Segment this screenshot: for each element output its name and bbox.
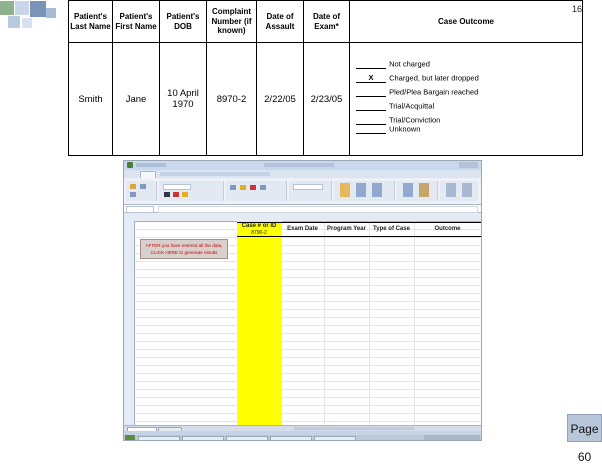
outcome-option: Pled/Plea Bargain reached (356, 87, 582, 97)
table-header-row: Patient's Last Name Patient's First Name… (68, 0, 583, 43)
header-date-of-assault: Date of Assault (256, 0, 304, 43)
windows-taskbar (124, 435, 481, 440)
cell-date-of-assault: 2/22/05 (256, 42, 304, 156)
excel-screenshot: Case # or ID 8790-2 Exam Date Program Ye… (123, 160, 482, 441)
spreadsheet-grid[interactable]: Case # or ID 8790-2 Exam Date Program Ye… (124, 213, 481, 426)
excel-header-exam-date: Exam Date (287, 226, 318, 232)
outcome-option: Not charged (356, 59, 582, 69)
decorative-squares (0, 0, 60, 40)
cell-date-of-exam: 2/23/05 (303, 42, 350, 156)
ribbon-toolbar (124, 178, 481, 205)
page-number-label: Page 60 (567, 414, 602, 464)
formula-bar (124, 205, 481, 213)
table-row: Smith Jane 10 April 1970 8970-2 2/22/05 … (68, 42, 583, 156)
outcome-option: Trial/Acquittal (356, 101, 582, 111)
header-case-outcome: Case Outcome (349, 0, 583, 43)
patient-summary-table: Patient's Last Name Patient's First Name… (68, 0, 583, 156)
excel-header-outcome: Outcome (434, 226, 461, 232)
highlighted-column (237, 221, 281, 425)
ribbon-tabs (124, 170, 481, 179)
cell-last-name: Smith (68, 42, 113, 156)
formula-input[interactable] (158, 206, 478, 213)
excel-title-bar (124, 161, 481, 170)
cell-case-outcome: Not charged X Charged, but later dropped… (349, 42, 583, 156)
cell-first-name: Jane (112, 42, 160, 156)
excel-header-case-id: Case # or ID 8790-2 (241, 223, 277, 236)
header-last-name: Patient's Last Name (68, 0, 113, 43)
cell-dob: 10 April 1970 (159, 42, 207, 156)
cell-complaint-number: 8970-2 (206, 42, 257, 156)
excel-header-program-year: Program Year (327, 226, 366, 232)
header-dob: Patient's DOB (159, 0, 207, 43)
outcome-option-selected: X Charged, but later dropped (356, 73, 582, 83)
header-complaint-number: Complaint Number (if known) (206, 0, 257, 43)
excel-header-type-of-case: Type of Case (373, 226, 410, 232)
outcome-option: Unknown (356, 124, 582, 134)
header-first-name: Patient's First Name (112, 0, 160, 43)
generate-results-button[interactable]: AFTER you have entered all the data, CLI… (140, 239, 228, 259)
header-date-of-exam: Date of Exam* (303, 0, 350, 43)
name-box[interactable] (126, 206, 154, 213)
